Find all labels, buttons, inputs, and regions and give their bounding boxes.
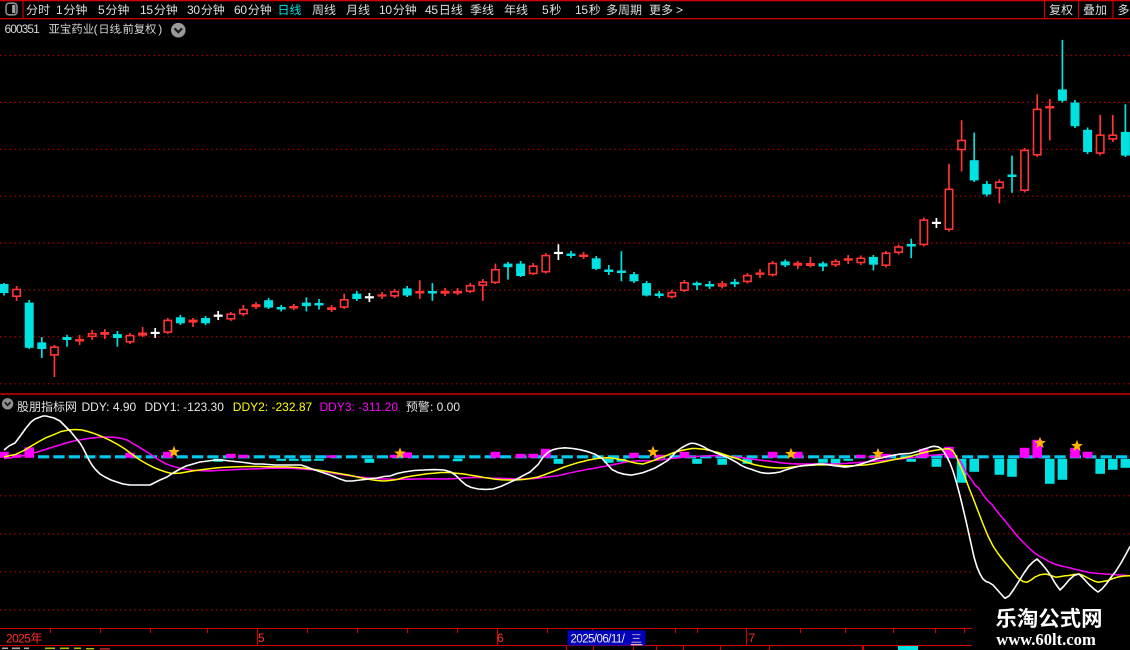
svg-text:60: 60: [234, 3, 247, 17]
svg-text:DDY3: -311.20: DDY3: -311.20: [320, 400, 399, 414]
svg-text:600351: 600351: [5, 22, 41, 36]
svg-text:DDY: 4.90: DDY: 4.90: [82, 400, 137, 414]
svg-text:45: 45: [425, 3, 438, 17]
svg-text:30: 30: [187, 3, 200, 17]
svg-text:www.60lt.com: www.60lt.com: [996, 630, 1096, 649]
svg-text:: 0.00: : 0.00: [430, 400, 460, 414]
svg-text:6: 6: [497, 631, 504, 645]
svg-text:>: >: [676, 3, 683, 17]
svg-text:10: 10: [379, 3, 392, 17]
svg-text:15: 15: [575, 3, 588, 17]
svg-text:DDY1: -123.30: DDY1: -123.30: [145, 400, 225, 414]
svg-text:5: 5: [258, 631, 265, 645]
svg-text:5: 5: [542, 3, 549, 17]
svg-text:1: 1: [56, 3, 63, 17]
svg-text:7: 7: [749, 631, 756, 645]
svg-text:.: .: [119, 22, 122, 36]
svg-text:15: 15: [140, 3, 153, 17]
svg-text:): ): [158, 22, 162, 36]
svg-text:(: (: [94, 22, 98, 36]
svg-text:2025: 2025: [6, 631, 31, 645]
svg-text:2025/06/11/: 2025/06/11/: [571, 634, 626, 646]
svg-text:5: 5: [98, 3, 105, 17]
svg-text:DDY2: -232.87: DDY2: -232.87: [233, 400, 313, 414]
